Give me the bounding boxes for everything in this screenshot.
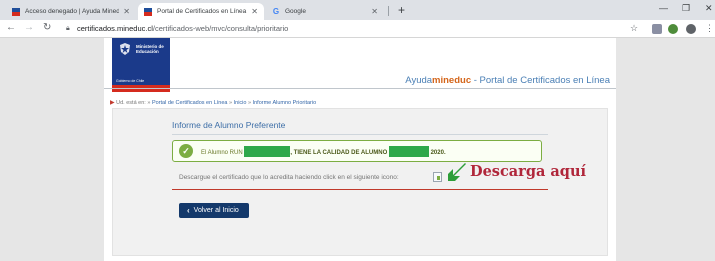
alert-message: El Alumno RUN , TIENE LA CALIDAD DE ALUM… [201,146,446,157]
green-arrow-icon [448,163,466,181]
url-host: certificados.mineduc.cl [77,24,153,33]
menu-icon[interactable]: ⋮ [705,23,714,34]
coat-of-arms-icon [120,43,130,55]
tab-divider [388,6,389,16]
header-suffix: - Portal de Certificados en Línea [471,75,610,86]
download-callout: Descarga aquí [470,163,586,180]
chevron-left-icon: ‹ [187,206,190,215]
logo-line2: Educación [136,49,159,54]
header-divider [104,88,616,89]
maximize-icon[interactable]: ❐ [682,3,690,14]
extension-icon[interactable] [652,24,662,34]
address-bar[interactable]: certificados.mineduc.cl/certificados-web… [77,24,288,33]
tab-google[interactable]: G Google ✕ [266,3,384,20]
breadcrumb-separator: » [247,100,252,106]
url-path: /certificados-web/mvc/consulta/prioritar… [152,24,289,33]
breadcrumb-separator: » [229,100,233,106]
redacted-run [244,146,291,157]
tab-acceso-denegado[interactable]: Acceso denegado | Ayuda Mineduc ✕ [6,3,136,20]
panel-title-divider [172,134,548,135]
alert-year: 2020. [430,150,446,157]
breadcrumb-link-inicio[interactable]: Inicio [234,100,247,106]
report-panel [112,108,608,256]
check-icon: ✓ [179,144,193,158]
download-divider [172,189,548,190]
tab-title: Google [285,8,306,15]
minimize-icon[interactable]: — [659,3,668,13]
back-icon[interactable]: ← [6,22,16,33]
tab-title: Acceso denegado | Ayuda Mineduc [25,8,120,15]
logo-ministry-text: Ministerio de Educación [136,44,164,54]
google-icon: G [272,7,280,16]
back-to-home-button[interactable]: ‹ Volver al Inicio [179,203,249,218]
new-tab-button[interactable]: + [398,3,405,17]
status-alert: ✓ El Alumno RUN , TIENE LA CALIDAD DE AL… [172,140,542,162]
breadcrumb: ▶ Ud. está en: » Portal de Certificados … [110,99,316,106]
breadcrumb-marker-icon: ▶ [110,100,115,106]
back-to-home-label: Volver al Inicio [193,207,239,214]
alert-run-label: El Alumno RUN [201,150,243,157]
close-window-icon[interactable]: ✕ [705,3,713,14]
redacted-category [388,146,429,157]
site-header-title: Ayudamineduc - Portal de Certificados en… [405,75,610,86]
page-content: Ministerio de Educación Gobierno de Chil… [104,38,616,261]
download-instructions: Descargue el certificado que lo acredita… [179,174,399,181]
brand-prefix: Ayuda [405,75,433,86]
browser-toolbar: ← → ↻ 🔒︎ certificados.mineduc.cl/certifi… [0,20,715,38]
close-icon[interactable]: ✕ [123,7,130,16]
tab-title: Portal de Certificados en Línea [157,8,247,15]
alert-status-text: , TIENE LA CALIDAD DE ALUMNO [290,150,388,157]
chile-flag-icon [12,7,20,16]
breadcrumb-separator: » [147,100,151,106]
forward-icon[interactable]: → [24,22,34,33]
lock-icon[interactable]: 🔒︎ [66,25,70,33]
ministerio-logo[interactable]: Ministerio de Educación Gobierno de Chil… [112,38,170,92]
breadcrumb-link-portal[interactable]: Portal de Certificados en Línea [152,100,228,106]
panel-title: Informe de Alumno Preferente [172,120,286,130]
brand-name: mineduc [432,75,472,86]
page-viewport: Ministerio de Educación Gobierno de Chil… [0,38,715,261]
close-icon[interactable]: ✕ [251,7,258,16]
profile-icon[interactable] [686,24,696,34]
extension-icon[interactable] [668,24,678,34]
close-icon[interactable]: ✕ [371,7,378,16]
breadcrumb-current: Informe Alumno Prioritario [252,100,317,106]
logo-footer-text: Gobierno de Chile [116,79,145,83]
chile-flag-icon [144,7,152,16]
reload-icon[interactable]: ↻ [43,22,51,33]
tab-strip: Acceso denegado | Ayuda Mineduc ✕ Portal… [0,0,715,20]
download-certificate-icon[interactable] [433,172,442,182]
tab-portal-certificados[interactable]: Portal de Certificados en Línea ✕ [138,3,264,20]
breadcrumb-prefix: Ud. está en: [116,100,146,106]
star-icon[interactable]: ☆ [630,23,638,34]
